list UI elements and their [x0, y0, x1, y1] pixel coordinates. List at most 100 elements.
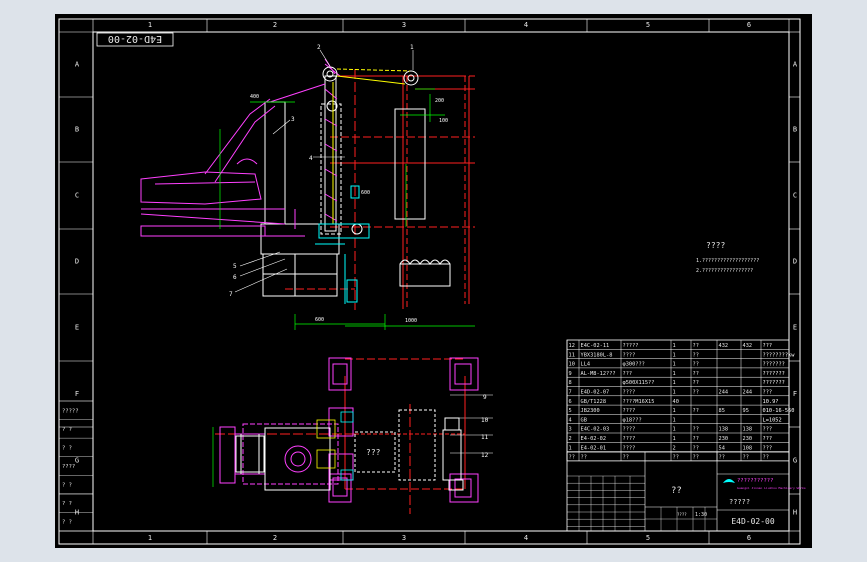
- bom-row: 7 E4D-02-07???? 1?? 244 244???: [569, 390, 773, 396]
- bom-cell-qty: 2: [673, 445, 676, 451]
- bom-cell-qty: 1: [673, 436, 676, 442]
- svg-text:600: 600: [361, 190, 370, 196]
- zone-col-3: 3: [402, 21, 406, 29]
- bom-row: 4 GB φ18??? 1 L=1052: [569, 417, 782, 423]
- bom-cell-note: ???: [763, 436, 773, 442]
- notes-heading: ????: [706, 241, 725, 250]
- balloon-10: 10: [481, 417, 489, 424]
- bom-row: 10 LL4 φ300??? 1?????????: [569, 362, 785, 368]
- bom-cell-code: AL-M8-12???: [581, 371, 616, 377]
- bom-header-cell: ??: [719, 455, 725, 461]
- zone-row-F: F: [793, 390, 797, 398]
- balloon-6: 6: [233, 274, 237, 281]
- zone-row-A: A: [793, 61, 798, 69]
- bom-cell-note: L=1052: [763, 417, 782, 423]
- bom-cell-name: ????: [623, 408, 636, 414]
- bom-cell-w1: 85: [719, 408, 725, 414]
- bom-cell-w2: 95: [743, 408, 749, 414]
- zone-col-1: 1: [148, 21, 152, 29]
- svg-text:200: 200: [435, 98, 444, 104]
- svg-text:100: 100: [439, 118, 448, 124]
- balloon-11: 11: [481, 434, 489, 441]
- bom-cell-note: ???: [763, 390, 773, 396]
- bom-cell-code: GB: [581, 417, 587, 423]
- bom-row: 2 E4-02-02???? 1?? 230 230???: [569, 436, 773, 442]
- bom-cell-mat: ??: [693, 380, 699, 386]
- bom-cell-w1: 432: [719, 343, 729, 349]
- bom-cell-mat: ??: [693, 390, 699, 396]
- bom-cell-code: E4-02-02: [581, 436, 607, 442]
- bom-row: 8 φ500X115?? 1?????????: [569, 380, 785, 386]
- zone-col-2: 2: [273, 21, 277, 29]
- bom-cell-w2: 432: [743, 343, 753, 349]
- side-table-cell: ????: [62, 464, 75, 470]
- bom-cell-mat: ??: [693, 371, 699, 377]
- bom-cell-no: 7: [569, 390, 572, 396]
- side-table-cell: ? ?: [62, 483, 72, 489]
- drawing-number-text: E4D-02-00: [108, 33, 162, 44]
- bom-cell-note: 010-16-560: [763, 408, 795, 414]
- zone-row-E: E: [75, 324, 79, 332]
- notes-line-1: 1.???????????????????: [696, 258, 759, 264]
- drawing-number-stamp: E4D-02-00: [96, 32, 174, 47]
- bom-cell-code: JB2300: [581, 408, 600, 414]
- bom-cell-no: 5: [569, 408, 572, 414]
- bom-cell-qty: 1: [673, 362, 676, 368]
- bom-cell-w2: 138: [743, 427, 753, 433]
- side-table-cell: ? ?: [62, 520, 72, 526]
- component-label: ???: [366, 448, 381, 457]
- zone-grid: [59, 19, 800, 544]
- zone-row-C: C: [75, 192, 79, 200]
- bom-cell-no: 3: [569, 427, 572, 433]
- bom-cell-qty: 1: [673, 390, 676, 396]
- bom-cell-qty: 1: [673, 343, 676, 349]
- bom-cell-w1: 138: [719, 427, 729, 433]
- bom-cell-note: ???: [763, 343, 773, 349]
- svg-text:1000: 1000: [405, 318, 417, 324]
- balloon-2: 2: [317, 44, 321, 51]
- bom-cell-name: φ500X115??: [623, 380, 655, 386]
- zone-row-D: D: [75, 258, 79, 266]
- bom-cell-no: 8: [569, 380, 572, 386]
- side-view: 400 100 200 600 600 1000 2 1 3 4 5 6 7 9…: [140, 44, 493, 459]
- bom-header-cell: ??: [673, 455, 679, 461]
- cad-viewport[interactable]: 112233445566AABBCCDDEEFFGGHH E4D-02-00 4…: [55, 14, 812, 548]
- bom-cell-code: E4C-02-03: [581, 427, 610, 433]
- side-table-cell: ? ?: [62, 501, 72, 507]
- svg-text:400: 400: [250, 94, 259, 100]
- zone-col-5: 5: [646, 534, 650, 542]
- zone-row-B: B: [793, 126, 797, 134]
- bom-cell-qty: 40: [673, 399, 679, 405]
- bom-cell-w1: 244: [719, 390, 729, 396]
- title-block: ??????????? Guangxi Jinnan Liuzhou Machin…: [566, 451, 806, 532]
- bom-cell-note: ???????: [763, 362, 785, 368]
- bom-cell-note: ???: [763, 427, 773, 433]
- drawing-scale: 1:30: [695, 512, 707, 518]
- zone-col-4: 4: [524, 534, 528, 542]
- inner-border: [92, 31, 790, 532]
- zone-col-1: 1: [148, 534, 152, 542]
- balloon-9: 9: [483, 394, 487, 401]
- zone-col-3: 3: [402, 534, 406, 542]
- zone-row-B: B: [75, 126, 79, 134]
- bom-cell-qty: 1: [673, 408, 676, 414]
- bom-cell-name: ????: [623, 427, 636, 433]
- bom-header-cell: ??: [743, 455, 749, 461]
- bom-cell-name: φ18???: [623, 417, 642, 423]
- balloon-1: 1: [410, 44, 414, 51]
- bom-cell-mat: ??: [693, 343, 699, 349]
- zone-row-E: E: [793, 324, 797, 332]
- bom-cell-name: φ300???: [623, 362, 645, 368]
- sheave: [322, 66, 419, 235]
- bom-cell-no: 6: [569, 399, 572, 405]
- plan-view: ???: [212, 357, 479, 514]
- bom-row: 12 E4C-02-11????? 1?? 432 432???: [569, 343, 773, 349]
- bom-cell-note: 10.9?: [763, 399, 779, 405]
- zone-row-F: F: [75, 390, 79, 398]
- drawing-name: ??: [671, 486, 682, 496]
- bom-cell-code: E4-02-01: [581, 445, 607, 451]
- zone-row-G: G: [793, 457, 797, 465]
- bom-cell-w1: 230: [719, 436, 729, 442]
- bom-cell-mat: ??: [693, 352, 699, 358]
- bom-cell-mat: ??: [693, 408, 699, 414]
